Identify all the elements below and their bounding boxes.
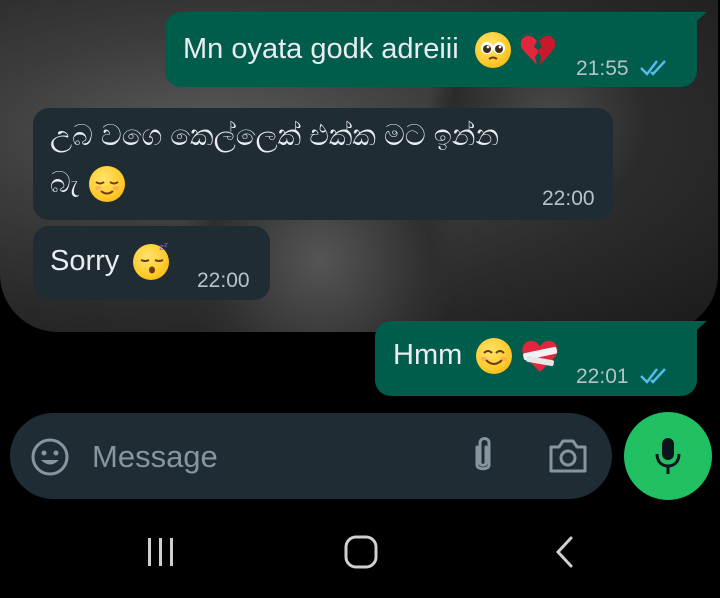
pleading-face-emoji	[474, 32, 511, 69]
message-text-line2: බැ	[50, 167, 79, 199]
message-text: උබ වගෙ කෙල්ලෙක් එක්ක මට ඉන්න	[50, 120, 500, 152]
smiling-face-emoji	[476, 338, 513, 375]
bubble-tail	[691, 321, 707, 335]
mic-button[interactable]	[624, 412, 712, 500]
back-icon[interactable]	[553, 536, 575, 568]
recents-icon[interactable]	[146, 536, 176, 568]
system-navigation-bar	[0, 500, 720, 598]
message-outgoing[interactable]: Hmm 22:01	[375, 321, 707, 396]
camera-icon[interactable]	[547, 437, 589, 475]
read-ticks-icon	[640, 60, 666, 76]
message-outgoing[interactable]: Mn oyata godk adreiii 21:55	[165, 12, 707, 87]
message-text: Mn oyata godk adreiii	[183, 33, 459, 65]
message-time: 22:01	[576, 365, 629, 388]
message-time: 22:00	[542, 187, 595, 210]
message-time: 22:00	[197, 269, 250, 292]
sleeping-face-emoji: z z	[133, 241, 170, 281]
message-incoming[interactable]: Sorry z z 22:00	[33, 226, 270, 300]
message-text: Sorry	[50, 245, 120, 277]
message-text: Hmm	[393, 339, 463, 371]
bandaged-heart-emoji	[520, 338, 560, 374]
paperclip-icon[interactable]	[468, 435, 498, 477]
message-composer: Message	[10, 413, 612, 499]
read-ticks-icon	[640, 368, 666, 384]
relieved-face-emoji	[88, 166, 125, 203]
svg-text:z: z	[164, 241, 168, 249]
home-icon[interactable]	[343, 534, 379, 570]
message-input[interactable]: Message	[92, 437, 452, 477]
broken-heart-emoji	[519, 32, 557, 68]
emoji-icon[interactable]	[30, 437, 70, 477]
microphone-icon	[655, 438, 681, 474]
message-time: 21:55	[576, 57, 629, 80]
message-incoming[interactable]: උබ වගෙ කෙල්ලෙක් එක්ක මට ඉන්න බැ 22:00	[33, 108, 613, 220]
bubble-tail	[691, 12, 707, 26]
